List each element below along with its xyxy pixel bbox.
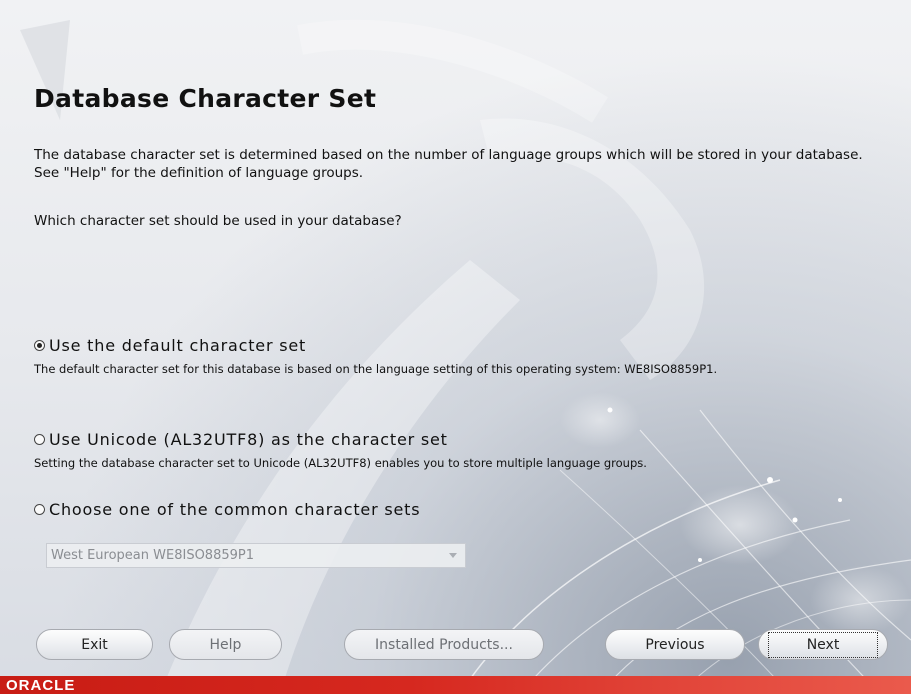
installer-window: Database Character Set The database char… xyxy=(0,0,911,694)
oracle-logo: ORACLE xyxy=(6,677,76,694)
radio-common-charset[interactable]: Choose one of the common character sets xyxy=(34,500,894,519)
oracle-brand-bar: ORACLE xyxy=(0,676,911,694)
radio-default-charset[interactable]: Use the default character set xyxy=(34,336,894,355)
intro-text: The database character set is determined… xyxy=(34,147,863,181)
charset-select-value: West European WE8ISO8859P1 xyxy=(51,548,254,563)
installed-products-button-label: Installed Products... xyxy=(375,636,513,653)
previous-button[interactable]: Previous xyxy=(605,629,745,660)
question-text: Which character set should be used in yo… xyxy=(34,213,402,229)
radio-unselected-icon[interactable] xyxy=(34,504,45,515)
radio-unicode-charset[interactable]: Use Unicode (AL32UTF8) as the character … xyxy=(34,430,894,449)
help-button[interactable]: Help xyxy=(169,629,282,660)
option-label[interactable]: Use Unicode (AL32UTF8) as the character … xyxy=(49,430,448,449)
option-common-charset: Choose one of the common character sets xyxy=(34,500,894,519)
exit-button[interactable]: Exit xyxy=(36,629,153,660)
chevron-down-icon[interactable] xyxy=(449,553,457,558)
radio-unselected-icon[interactable] xyxy=(34,434,45,445)
option-label[interactable]: Choose one of the common character sets xyxy=(49,500,420,519)
next-button[interactable]: Next xyxy=(758,629,888,660)
option-unicode-charset: Use Unicode (AL32UTF8) as the character … xyxy=(34,430,894,471)
charset-select[interactable]: West European WE8ISO8859P1 xyxy=(46,543,466,568)
previous-button-label: Previous xyxy=(645,636,705,653)
exit-button-label: Exit xyxy=(81,636,108,653)
radio-selected-icon[interactable] xyxy=(34,340,45,351)
next-button-label: Next xyxy=(767,631,879,658)
installed-products-button[interactable]: Installed Products... xyxy=(344,629,544,660)
option-label[interactable]: Use the default character set xyxy=(49,336,306,355)
page-title: Database Character Set xyxy=(34,84,377,113)
option-description: Setting the database character set to Un… xyxy=(34,456,647,470)
option-description: The default character set for this datab… xyxy=(34,362,718,376)
option-default-charset: Use the default character set The defaul… xyxy=(34,336,894,377)
help-button-label: Help xyxy=(209,636,242,653)
